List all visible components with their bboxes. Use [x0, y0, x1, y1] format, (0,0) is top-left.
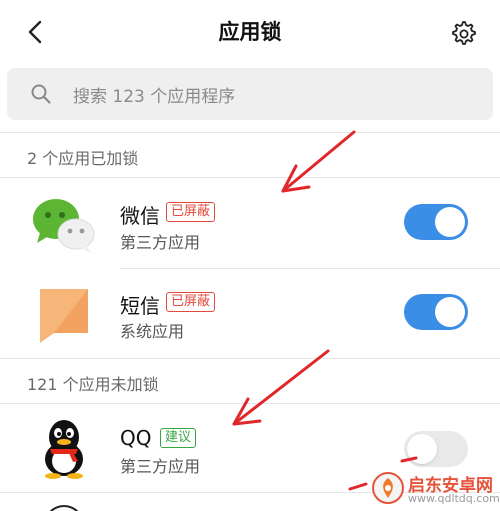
app-row-wechat[interactable]: 微信 已屏蔽 第三方应用 — [0, 178, 500, 268]
toggle-knob — [435, 207, 465, 237]
qq-penguin-icon — [45, 420, 83, 479]
wechat-icon — [33, 199, 95, 253]
watermark-url: www.qdltdq.com — [408, 492, 500, 505]
status-badge: 已屏蔽 — [166, 292, 216, 312]
search-icon — [31, 84, 51, 104]
lock-toggle[interactable] — [404, 294, 468, 330]
lock-toggle[interactable] — [404, 431, 468, 467]
messages-icon — [40, 289, 88, 343]
search-placeholder: 搜索 123 个应用程序 — [73, 87, 236, 107]
status-badge: 已屏蔽 — [166, 202, 216, 222]
divider — [0, 358, 500, 359]
app-category: 系统应用 — [120, 322, 185, 341]
settings-button[interactable] — [444, 14, 482, 52]
section-label-locked: 2 个应用已加锁 — [27, 149, 139, 168]
app-name: 微信 — [120, 204, 160, 228]
divider — [0, 132, 500, 133]
partial-app-icon — [44, 505, 84, 511]
suggest-badge: 建议 — [160, 428, 197, 448]
section-label-unlocked: 121 个应用未加锁 — [27, 375, 159, 394]
app-row-messages[interactable]: 短信 已屏蔽 系统应用 — [0, 269, 500, 358]
watermark: 启东安卓网 www.qdltdq.com — [368, 468, 500, 511]
watermark-logo-icon — [372, 472, 404, 504]
app-category: 第三方应用 — [120, 233, 201, 252]
app-name: QQ — [120, 426, 152, 450]
top-bar: 应用锁 — [0, 0, 500, 64]
app-category: 第三方应用 — [120, 457, 201, 476]
search-input[interactable]: 搜索 123 个应用程序 — [7, 68, 493, 120]
app-name: 短信 — [120, 294, 160, 318]
toggle-knob — [435, 297, 465, 327]
lock-toggle[interactable] — [404, 204, 468, 240]
gear-icon — [452, 21, 476, 45]
page-title: 应用锁 — [218, 20, 282, 44]
toggle-knob — [407, 434, 437, 464]
